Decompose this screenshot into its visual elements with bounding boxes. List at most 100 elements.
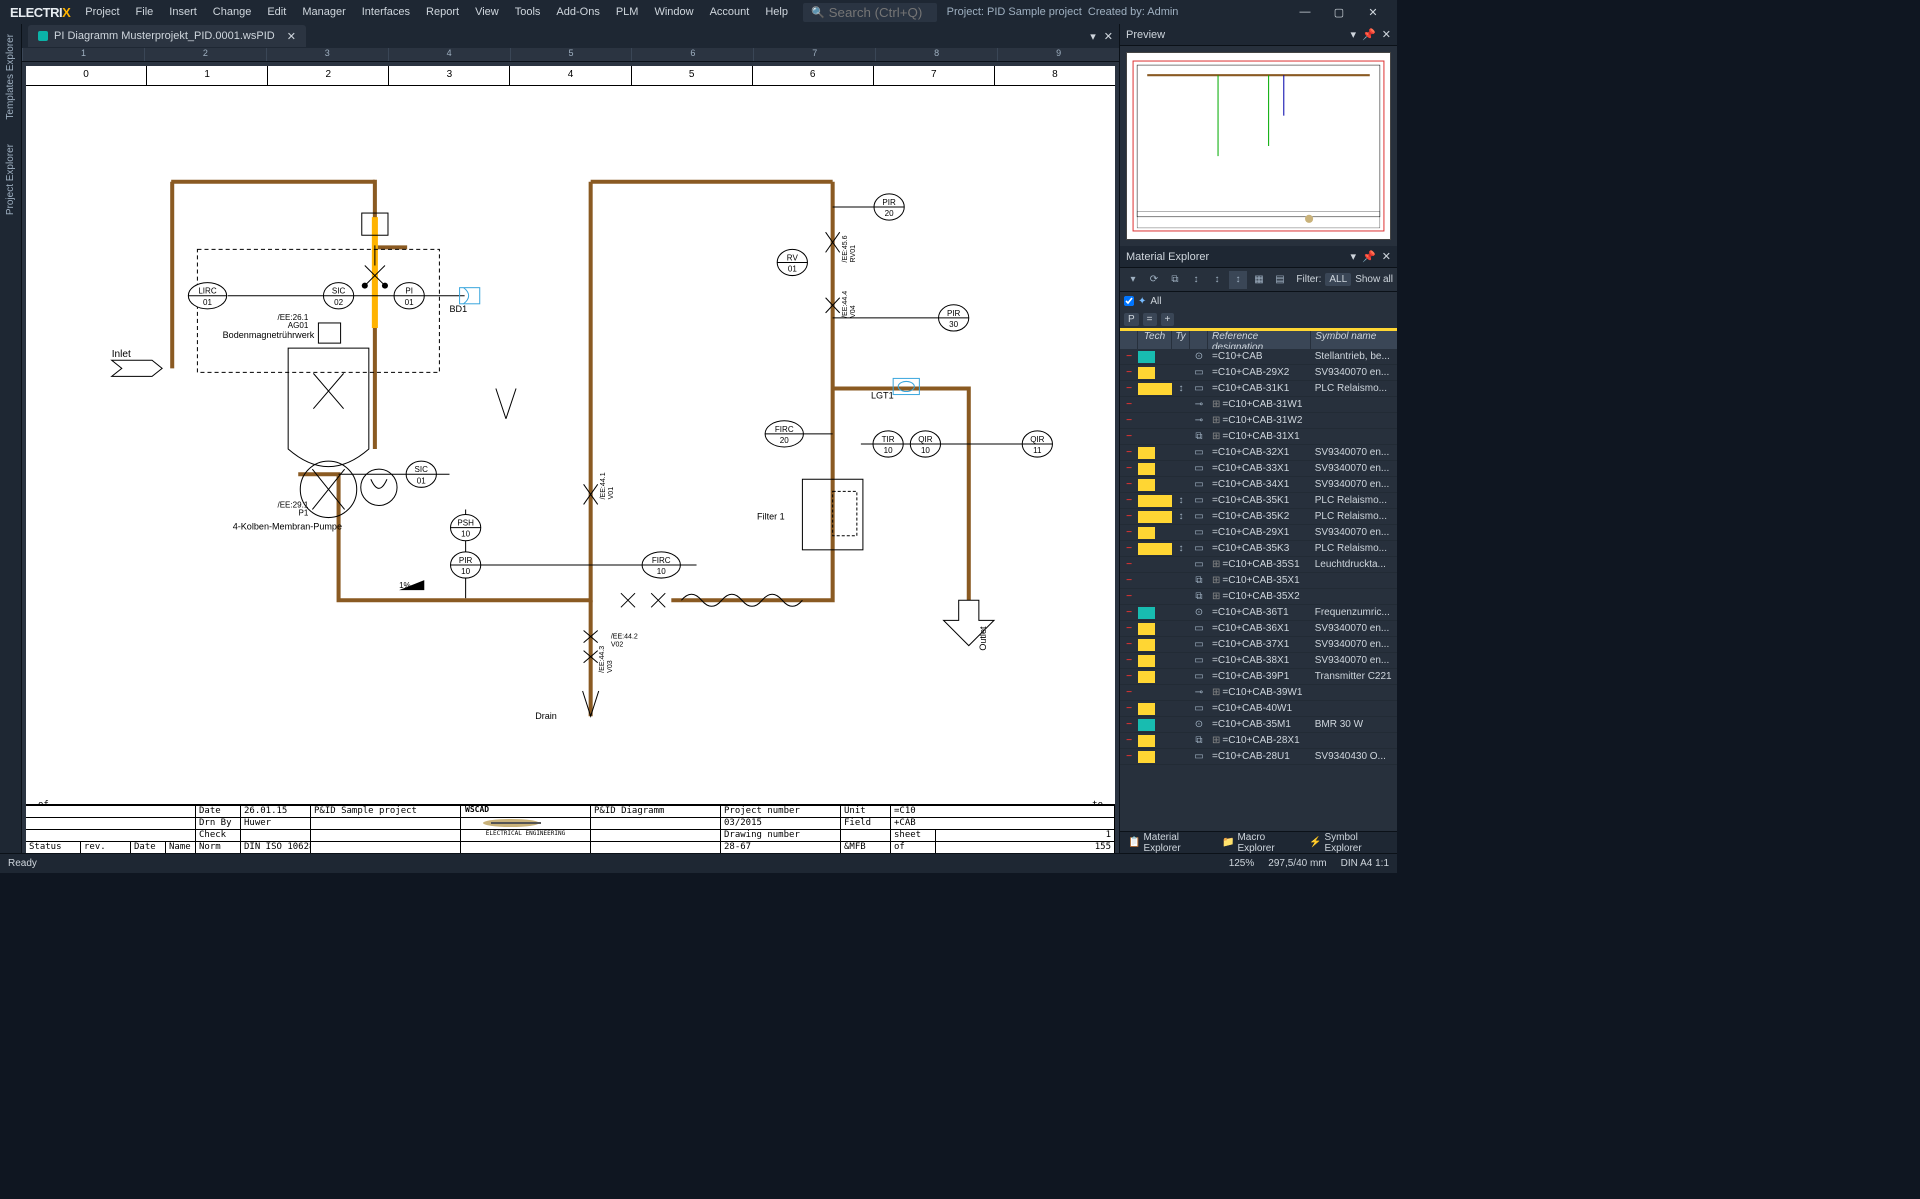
menu-interfaces[interactable]: Interfaces xyxy=(355,0,417,24)
table-row[interactable]: − ⧉ ⊞=C10+CAB-35X1 xyxy=(1120,573,1397,589)
menu-window[interactable]: Window xyxy=(647,0,700,24)
svg-text:SIC: SIC xyxy=(415,465,429,474)
table-row[interactable]: − ⊙ =C10+CAB-36T1 Frequenzumric... xyxy=(1120,605,1397,621)
table-row[interactable]: − ▭ =C10+CAB-29X2 SV9340070 en... xyxy=(1120,365,1397,381)
menu-help[interactable]: Help xyxy=(758,0,795,24)
table-row[interactable]: − ⊙ =C10+CAB-35M1 BMR 30 W xyxy=(1120,717,1397,733)
document-tab[interactable]: PI Diagramm Musterprojekt_PID.0001.wsPID… xyxy=(28,25,306,47)
table-row[interactable]: − ▭ =C10+CAB-28U1 SV9340430 O... xyxy=(1120,749,1397,765)
table-row[interactable]: − ↕ ▭ =C10+CAB-35K2 PLC Relaismo... xyxy=(1120,509,1397,525)
menu-account[interactable]: Account xyxy=(703,0,757,24)
menu-plm[interactable]: PLM xyxy=(609,0,646,24)
menu-edit[interactable]: Edit xyxy=(260,0,293,24)
copy-icon[interactable]: ⧉ xyxy=(1166,271,1184,289)
table-row[interactable]: − ↕ ▭ =C10+CAB-35K3 PLC Relaismo... xyxy=(1120,541,1397,557)
svg-text:LGT1: LGT1 xyxy=(871,391,894,401)
table-row[interactable]: − ⧉ ⊞=C10+CAB-28X1 xyxy=(1120,733,1397,749)
chip-p[interactable]: P xyxy=(1124,313,1139,326)
status-zoom: 125% xyxy=(1229,858,1255,869)
svg-text:/EE:44.4: /EE:44.4 xyxy=(842,291,849,318)
close-button[interactable]: ✕ xyxy=(1361,0,1385,24)
refresh-icon[interactable]: ⟳ xyxy=(1145,271,1163,289)
table-row[interactable]: − ↕ ▭ =C10+CAB-35K1 PLC Relaismo... xyxy=(1120,493,1397,509)
svg-text:P1: P1 xyxy=(298,509,308,518)
tab-material-explorer[interactable]: 📋 Material Explorer xyxy=(1124,830,1214,856)
table-row[interactable]: − ▭ =C10+CAB-34X1 SV9340070 en... xyxy=(1120,477,1397,493)
svg-text:QIR: QIR xyxy=(1030,435,1044,444)
tab-close-icon[interactable]: ✕ xyxy=(287,30,296,43)
chip-plus[interactable]: + xyxy=(1161,313,1175,326)
sort3-icon[interactable]: ↕ xyxy=(1229,271,1247,289)
menu-change[interactable]: Change xyxy=(206,0,259,24)
tab-close-all-icon[interactable]: ✕ xyxy=(1104,30,1113,43)
chip-eq[interactable]: = xyxy=(1143,313,1157,326)
statusbar: Ready 125% 297,5/40 mm DIN A4 1:1 xyxy=(0,853,1397,873)
table-row[interactable]: − ▭ =C10+CAB-40W1 xyxy=(1120,701,1397,717)
menu-project[interactable]: Project xyxy=(78,0,126,24)
table-row[interactable]: − ↕ ▭ =C10+CAB-31K1 PLC Relaismo... xyxy=(1120,381,1397,397)
table-row[interactable]: − ▭ =C10+CAB-37X1 SV9340070 en... xyxy=(1120,637,1397,653)
svg-text:10: 10 xyxy=(657,567,666,576)
filter-checkbox[interactable] xyxy=(1124,296,1134,306)
table-row[interactable]: − ▭ =C10+CAB-29X1 SV9340070 en... xyxy=(1120,525,1397,541)
tab-macro-explorer[interactable]: 📁 Macro Explorer xyxy=(1218,830,1301,856)
table-row[interactable]: − ▭ =C10+CAB-33X1 SV9340070 en... xyxy=(1120,461,1397,477)
table-row[interactable]: − ⊙ =C10+CAB Stellantrieb, be... xyxy=(1120,349,1397,365)
drawing-canvas[interactable]: 012 345 678 of to xyxy=(26,66,1115,853)
sort2-icon[interactable]: ↕ xyxy=(1208,271,1226,289)
filter-all-button[interactable]: ALL xyxy=(1325,273,1351,286)
menu-insert[interactable]: Insert xyxy=(162,0,204,24)
close-icon[interactable]: ✕ xyxy=(1382,250,1391,263)
maximize-button[interactable]: ▢ xyxy=(1327,0,1351,24)
table-row[interactable]: − ⊸ ⊞=C10+CAB-39W1 xyxy=(1120,685,1397,701)
dropdown-icon[interactable]: ▾ xyxy=(1124,271,1142,289)
group-icon[interactable]: ▦ xyxy=(1250,271,1268,289)
svg-text:01: 01 xyxy=(405,298,414,307)
material-explorer-toolbar: ▾ ⟳ ⧉ ↕ ↕ ↕ ▦ ▤ Filter: ALL Show all xyxy=(1120,268,1397,292)
preview-header: Preview ▾ 📌 ✕ xyxy=(1120,24,1397,46)
filter-icon[interactable]: ▤ xyxy=(1271,271,1289,289)
menu-report[interactable]: Report xyxy=(419,0,466,24)
chevron-down-icon[interactable]: ▾ xyxy=(1351,250,1357,263)
table-row[interactable]: − ▭ ⊞=C10+CAB-35S1 Leuchtdruckta... xyxy=(1120,557,1397,573)
table-row[interactable]: − ⧉ ⊞=C10+CAB-35X2 xyxy=(1120,589,1397,605)
svg-text:PIR: PIR xyxy=(882,198,896,207)
tab-symbol-explorer[interactable]: ⚡ Symbol Explorer xyxy=(1305,830,1393,856)
sort1-icon[interactable]: ↕ xyxy=(1187,271,1205,289)
canvas-area[interactable]: 012 345 678 of to xyxy=(22,62,1119,853)
material-table-body[interactable]: − ⊙ =C10+CAB Stellantrieb, be... − ▭ =C1… xyxy=(1120,349,1397,831)
menu-view[interactable]: View xyxy=(468,0,506,24)
chevron-down-icon[interactable]: ▾ xyxy=(1351,28,1357,41)
table-row[interactable]: − ⊸ ⊞=C10+CAB-31W1 xyxy=(1120,397,1397,413)
svg-text:Outlet: Outlet xyxy=(978,626,988,651)
table-row[interactable]: − ▭ =C10+CAB-39P1 Transmitter C221 xyxy=(1120,669,1397,685)
search-input[interactable] xyxy=(829,5,929,20)
close-icon[interactable]: ✕ xyxy=(1382,28,1391,41)
svg-text:BD1: BD1 xyxy=(449,304,467,314)
table-row[interactable]: − ▭ =C10+CAB-38X1 SV9340070 en... xyxy=(1120,653,1397,669)
svg-text:PIR: PIR xyxy=(459,556,473,565)
tab-templates-explorer[interactable]: Templates Explorer xyxy=(3,28,18,126)
tab-project-explorer[interactable]: Project Explorer xyxy=(3,138,18,221)
minimize-button[interactable]: — xyxy=(1293,0,1317,24)
svg-text:Filter 1: Filter 1 xyxy=(757,512,785,522)
pid-diagram: LIRC 01 SIC 02 PI 01 SIC 01 PSH 10 PIR 1… xyxy=(26,86,1115,792)
pin-icon[interactable]: 📌 xyxy=(1362,250,1376,263)
menu-file[interactable]: File xyxy=(129,0,161,24)
pin-icon[interactable]: 📌 xyxy=(1362,28,1376,41)
table-row[interactable]: − ▭ =C10+CAB-32X1 SV9340070 en... xyxy=(1120,445,1397,461)
preview-body[interactable] xyxy=(1120,46,1397,246)
svg-text:1%: 1% xyxy=(399,581,411,590)
show-all-link[interactable]: Show all xyxy=(1355,274,1393,285)
table-row[interactable]: − ▭ =C10+CAB-36X1 SV9340070 en... xyxy=(1120,621,1397,637)
table-row[interactable]: − ⧉ ⊞=C10+CAB-31X1 xyxy=(1120,429,1397,445)
menu-tools[interactable]: Tools xyxy=(508,0,548,24)
filter-chips: ✦ All xyxy=(1120,292,1397,310)
menu-manager[interactable]: Manager xyxy=(295,0,352,24)
document-tabbar: PI Diagramm Musterprojekt_PID.0001.wsPID… xyxy=(22,24,1119,48)
table-row[interactable]: − ⊸ ⊞=C10+CAB-31W2 xyxy=(1120,413,1397,429)
svg-text:V04: V04 xyxy=(850,305,857,318)
menu-addons[interactable]: Add-Ons xyxy=(549,0,606,24)
tab-dropdown-icon[interactable]: ▾ xyxy=(1090,30,1096,43)
search-box[interactable]: 🔍 xyxy=(803,3,937,22)
